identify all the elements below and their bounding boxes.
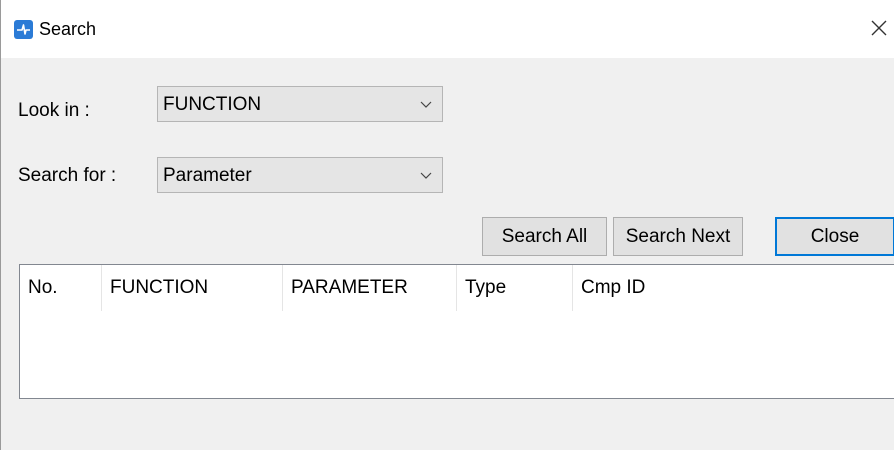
results-table[interactable]: No. FUNCTION PARAMETER Type Cmp ID	[19, 264, 894, 399]
column-header-type[interactable]: Type	[457, 265, 573, 311]
look-in-select[interactable]: FUNCTION	[157, 86, 443, 122]
title-bar: Search	[1, 0, 894, 58]
search-all-button[interactable]: Search All	[482, 217, 607, 256]
window-title: Search	[39, 19, 97, 39]
close-icon[interactable]	[867, 14, 891, 42]
close-button[interactable]: Close	[775, 217, 894, 256]
search-for-value: Parameter	[163, 165, 252, 186]
search-for-select[interactable]: Parameter	[157, 157, 443, 193]
chevron-down-icon	[420, 172, 432, 179]
column-header-function[interactable]: FUNCTION	[102, 265, 283, 311]
column-header-parameter[interactable]: PARAMETER	[283, 265, 457, 311]
search-for-label: Search for :	[18, 165, 117, 186]
search-dialog: Search Look in : FUNCTION Search for : P…	[0, 0, 894, 450]
column-header-cmp-id[interactable]: Cmp ID	[573, 265, 894, 311]
app-logo-icon	[14, 20, 33, 39]
column-header-no[interactable]: No.	[20, 265, 102, 311]
look-in-value: FUNCTION	[163, 94, 262, 115]
look-in-label: Look in :	[18, 100, 90, 121]
chevron-down-icon	[420, 101, 432, 108]
search-next-button[interactable]: Search Next	[613, 217, 743, 256]
